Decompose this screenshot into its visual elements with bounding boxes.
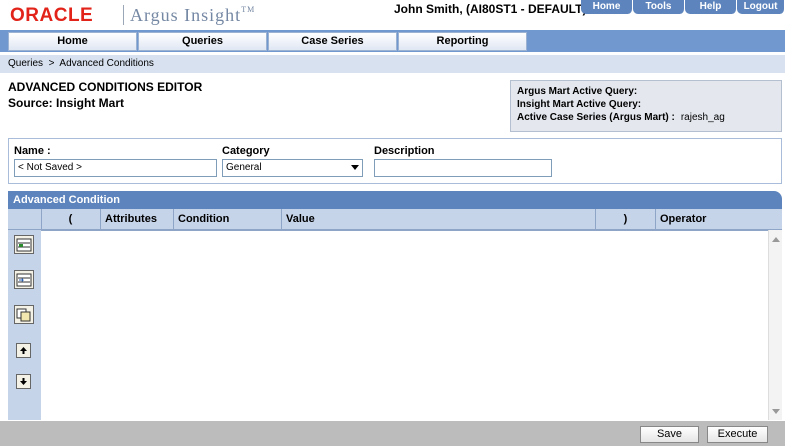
top-link-logout[interactable]: Logout: [737, 0, 785, 14]
active-case-series-value: rajesh_ag: [680, 112, 725, 123]
category-select[interactable]: General: [222, 159, 363, 177]
condition-toolbar: [8, 230, 41, 420]
column-open-paren[interactable]: (: [41, 209, 99, 230]
execute-button[interactable]: Execute: [707, 426, 768, 443]
description-label: Description: [374, 145, 435, 157]
argus-mart-active-query-label: Argus Mart Active Query:: [517, 86, 638, 97]
top-link-home[interactable]: Home: [581, 0, 633, 14]
footer-bar: Save Execute: [0, 421, 785, 446]
advanced-condition-header: Advanced Condition: [8, 191, 782, 209]
move-down-icon[interactable]: [16, 374, 31, 389]
page-source: Source: Insight Mart: [8, 96, 125, 110]
tab-case-series[interactable]: Case Series: [268, 32, 397, 51]
category-select-value: General: [226, 162, 262, 173]
tab-home[interactable]: Home: [8, 32, 137, 51]
name-label: Name :: [14, 145, 51, 157]
column-attributes[interactable]: Attributes: [100, 209, 173, 230]
condition-grid-header: ( Attributes Condition Value ) Operator: [8, 209, 782, 230]
column-value[interactable]: Value: [281, 209, 595, 230]
grid-scrollbar[interactable]: [768, 230, 782, 420]
description-input[interactable]: [374, 159, 552, 177]
query-form-panel: Name : < Not Saved > Category General De…: [8, 138, 782, 184]
column-operator[interactable]: Operator: [655, 209, 782, 230]
logo-divider: [123, 5, 124, 25]
product-name: Argus InsightTM: [130, 5, 255, 26]
copy-row-icon[interactable]: [14, 305, 34, 324]
page-title: ADVANCED CONDITIONS EDITOR: [8, 80, 203, 94]
tab-reporting[interactable]: Reporting: [398, 32, 527, 51]
active-case-series-label: Active Case Series (Argus Mart) :: [517, 112, 675, 123]
name-input[interactable]: < Not Saved >: [14, 159, 217, 177]
top-link-tools[interactable]: Tools: [633, 0, 685, 14]
save-button[interactable]: Save: [640, 426, 699, 443]
top-links: Home Tools Help Logout: [581, 0, 785, 14]
trademark: TM: [241, 5, 256, 14]
scroll-up-icon[interactable]: [772, 237, 780, 242]
category-label: Category: [222, 145, 270, 157]
scroll-down-icon[interactable]: [772, 409, 780, 414]
oracle-logo: ORACLE: [10, 5, 94, 26]
product-name-text: Argus Insight: [130, 5, 242, 25]
top-link-help[interactable]: Help: [685, 0, 737, 14]
add-row-icon[interactable]: [14, 235, 34, 254]
move-up-icon[interactable]: [16, 343, 31, 358]
tab-queries[interactable]: Queries: [138, 32, 267, 51]
breadcrumb: Queries > Advanced Conditions: [0, 55, 785, 73]
column-close-paren[interactable]: ): [595, 209, 655, 230]
app-header: ORACLE Argus InsightTM John Smith, (AI80…: [0, 0, 785, 30]
user-info: John Smith, (AI80ST1 - DEFAULT): [394, 2, 587, 16]
chevron-down-icon: [351, 165, 359, 170]
insert-row-icon[interactable]: [14, 270, 34, 289]
main-nav: Home Queries Case Series Reporting: [0, 30, 785, 52]
column-condition[interactable]: Condition: [173, 209, 281, 230]
active-case-series-row: Active Case Series (Argus Mart) : rajesh_…: [517, 111, 775, 124]
active-query-panel: Argus Mart Active Query: Insight Mart Ac…: [510, 80, 782, 132]
insight-mart-active-query-label: Insight Mart Active Query:: [517, 99, 642, 110]
condition-grid-body[interactable]: [41, 230, 768, 420]
